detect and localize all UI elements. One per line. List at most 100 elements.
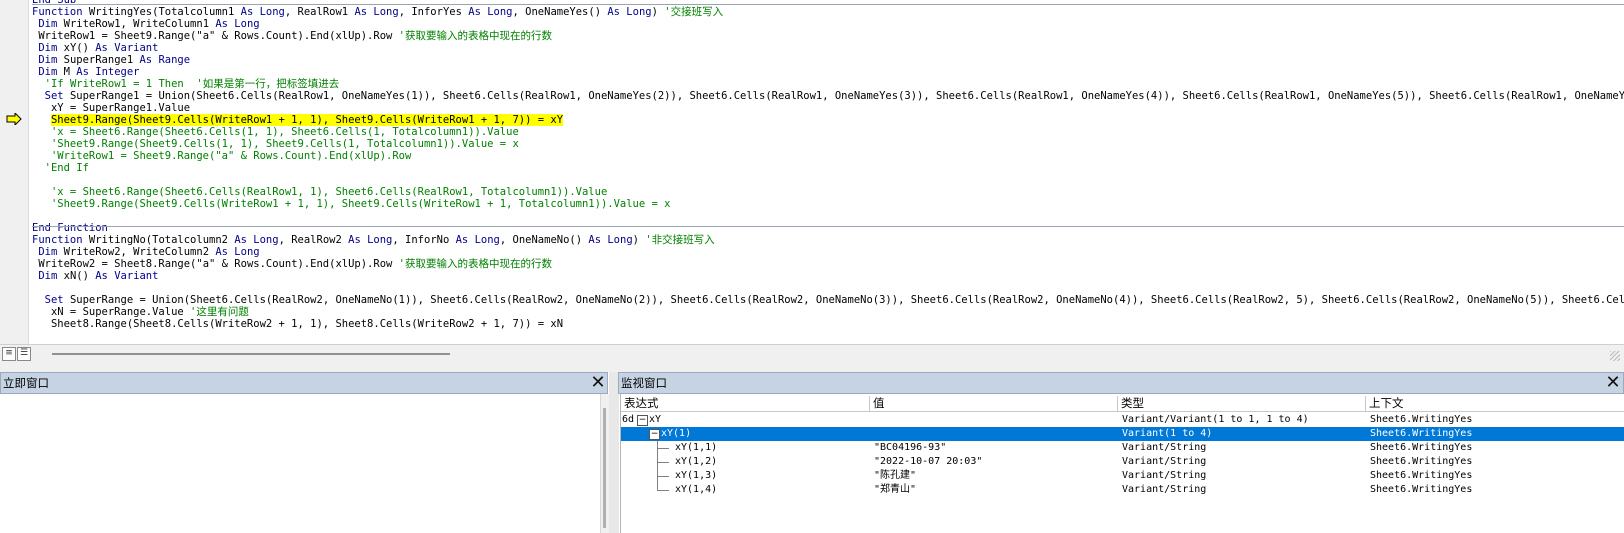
code-keyword: As Long	[468, 6, 513, 18]
watch-row[interactable]: xY(1,4) "郑青山" Variant/String Sheet6.Writing…	[621, 483, 1624, 497]
column-header-expression[interactable]: 表达式	[621, 396, 870, 411]
watch-value: "郑青山"	[874, 484, 917, 495]
code-line[interactable]: WriteRow1 = Sheet9.Range("a" & Rows.Coun…	[32, 30, 1624, 42]
code-keyword: As Long	[354, 6, 399, 18]
code-comment: '获取要输入的表格中现在的行数	[398, 30, 552, 42]
code-line[interactable]	[32, 174, 1624, 186]
code-token: , InforNo	[392, 234, 456, 246]
code-keyword: Set	[44, 90, 70, 102]
code-line[interactable]: Set SuperRange = Union(Sheet6.Cells(Real…	[32, 294, 1624, 306]
collapse-icon[interactable]: −	[649, 429, 660, 440]
code-line[interactable]	[32, 282, 1624, 294]
code-token: WriteRow1 = Sheet9.Range("a" & Rows.Coun…	[38, 30, 399, 42]
code-token: , InforYes	[398, 6, 469, 18]
code-comment: 'End If	[44, 162, 89, 174]
code-line[interactable]: Function WritingYes(Totalcolumn1 As Long…	[32, 6, 1624, 18]
code-keyword: As Variant	[95, 270, 159, 282]
resize-grip-icon[interactable]	[1610, 351, 1620, 361]
watch-row[interactable]: xY(1,3) "陈孔建" Variant/String Sheet6.Writing…	[621, 469, 1624, 483]
code-text[interactable]: End Sub Function WritingYes(Totalcolumn1 …	[32, 0, 1624, 330]
watch-expression: xY(1,1)	[675, 442, 718, 453]
pane-splitter[interactable]	[0, 362, 1624, 372]
watch-expression: xY(1)	[661, 428, 692, 439]
immediate-vertical-scrollbar[interactable]	[600, 394, 609, 533]
watch-value: "2022-10-07 20:03"	[874, 456, 983, 467]
watch-row[interactable]: − xY(1) Variant(1 to 4) Sheet6.WritingYes	[621, 427, 1624, 441]
watch-row[interactable]: xY(1,2) "2022-10-07 20:03" Variant/String S…	[621, 455, 1624, 469]
code-line[interactable]: 'Sheet9.Range(Sheet9.Cells(1, 1), Sheet9…	[32, 138, 1624, 150]
immediate-window-titlebar: 立即窗口 ✕	[0, 372, 608, 394]
watch-glasses-icon: 6d	[622, 414, 635, 425]
code-line[interactable]: WriteRow2 = Sheet8.Range("a" & Rows.Coun…	[32, 258, 1624, 270]
pane-divider[interactable]	[609, 372, 619, 533]
watch-row[interactable]: 6d − xY Variant/Variant(1 to 1, 1 to 4) Shee…	[621, 413, 1624, 427]
code-line[interactable]: 'x = Sheet6.Range(Sheet6.Cells(1, 1), Sh…	[32, 126, 1624, 138]
watch-type: Variant/String	[1122, 484, 1207, 495]
tree-connector	[657, 490, 669, 491]
code-line[interactable]: Dim SuperRange1 As Range	[32, 54, 1624, 66]
code-keyword: Dim	[38, 18, 64, 30]
code-keyword: As Long	[215, 246, 260, 258]
code-line[interactable]: xY = SuperRange1.Value	[32, 102, 1624, 114]
code-line[interactable]: Dim WriteRow1, WriteColumn1 As Long	[32, 18, 1624, 30]
watch-context: Sheet6.WritingYes	[1370, 442, 1473, 453]
code-line[interactable]: Sheet9.Range(Sheet9.Cells(WriteRow1 + 1,…	[32, 114, 1624, 126]
column-header-context[interactable]: 上下文	[1366, 396, 1624, 411]
code-line[interactable]: Dim xY() As Variant	[32, 42, 1624, 54]
full-module-view-icon[interactable]: ☰	[17, 347, 31, 361]
watch-window-titlebar: 监视窗口 ✕	[618, 372, 1624, 394]
close-icon[interactable]: ✕	[589, 374, 607, 392]
procedure-separator	[32, 4, 1624, 5]
scrollbar-thumb[interactable]	[52, 353, 450, 355]
scrollbar-thumb[interactable]	[603, 408, 606, 528]
code-line[interactable]: Sheet8.Range(Sheet8.Cells(WriteRow2 + 1,…	[32, 318, 1624, 330]
margin-indicator-bar[interactable]	[0, 0, 29, 345]
code-comment: 'Sheet9.Range(Sheet9.Cells(1, 1), Sheet9…	[50, 138, 519, 150]
code-line[interactable]: Function WritingNo(Totalcolumn2 As Long,…	[32, 234, 1624, 246]
code-token: , RealRow1	[284, 6, 355, 18]
watch-value: "陈孔建"	[874, 470, 917, 481]
code-comment: 'WriteRow1 = Sheet9.Range("a" & Rows.Cou…	[50, 150, 412, 162]
watch-type: Variant/Variant(1 to 1, 1 to 4)	[1122, 414, 1309, 425]
code-line[interactable]: 'WriteRow1 = Sheet9.Range("a" & Rows.Cou…	[32, 150, 1624, 162]
code-token: , OneNameYes()	[512, 6, 608, 18]
code-line[interactable]: 'Sheet9.Range(Sheet9.Cells(WriteRow1 + 1…	[32, 198, 1624, 210]
code-line[interactable]	[32, 210, 1624, 222]
code-keyword: Function	[32, 6, 89, 18]
code-line[interactable]: xN = SuperRange.Value '这里有问题	[32, 306, 1624, 318]
code-keyword: As Long	[455, 234, 500, 246]
close-icon[interactable]: ✕	[1604, 374, 1622, 392]
code-line[interactable]: Dim WriteRow2, WriteColumn2 As Long	[32, 246, 1624, 258]
code-token: xN = SuperRange.Value	[50, 306, 191, 318]
code-token: xN()	[63, 270, 96, 282]
horizontal-scrollbar[interactable]: ≡ ☰	[0, 344, 1624, 362]
watch-type: Variant(1 to 4)	[1122, 428, 1213, 439]
watch-row[interactable]: xY(1,1) "BC04196-93" Variant/String Sheet6.…	[621, 441, 1624, 455]
code-keyword: Set	[44, 294, 70, 306]
code-keyword: Dim	[38, 270, 64, 282]
code-line[interactable]: Dim xN() As Variant	[32, 270, 1624, 282]
code-comment: 'x = Sheet6.Range(Sheet6.Cells(1, 1), Sh…	[50, 126, 519, 138]
code-line[interactable]: 'End If	[32, 162, 1624, 174]
code-line[interactable]: 'x = Sheet6.Range(Sheet6.Cells(RealRow1,…	[32, 186, 1624, 198]
code-editor[interactable]: End Sub Function WritingYes(Totalcolumn1 …	[0, 0, 1624, 345]
collapse-icon[interactable]: −	[637, 415, 648, 426]
procedure-view-icon[interactable]: ≡	[2, 347, 16, 361]
code-line[interactable]: Dim M As Integer	[32, 66, 1624, 78]
code-token: )	[651, 6, 665, 18]
code-keyword: As Range	[139, 54, 191, 66]
watch-expression: xY(1,3)	[675, 470, 718, 481]
watch-value: "BC04196-93"	[874, 442, 947, 453]
code-line[interactable]: 'If WriteRow1 = 1 Then '如果是第一行，把标签填进去	[32, 78, 1624, 90]
tree-connector	[657, 462, 669, 463]
code-token: M	[63, 66, 77, 78]
watch-type: Variant/String	[1122, 456, 1207, 467]
code-line[interactable]: Set SuperRange1 = Union(Sheet6.Cells(Rea…	[32, 90, 1624, 102]
code-keyword: As Long	[215, 18, 260, 30]
tree-connector	[657, 476, 669, 477]
code-line[interactable]: End Function	[32, 222, 1624, 234]
column-header-value[interactable]: 值	[870, 396, 1118, 411]
column-header-type[interactable]: 类型	[1118, 396, 1366, 411]
watch-window[interactable]: 表达式 值 类型 上下文 6d − xY Variant/Variant(1 to 1…	[620, 394, 1624, 533]
immediate-window-input[interactable]	[0, 394, 598, 533]
